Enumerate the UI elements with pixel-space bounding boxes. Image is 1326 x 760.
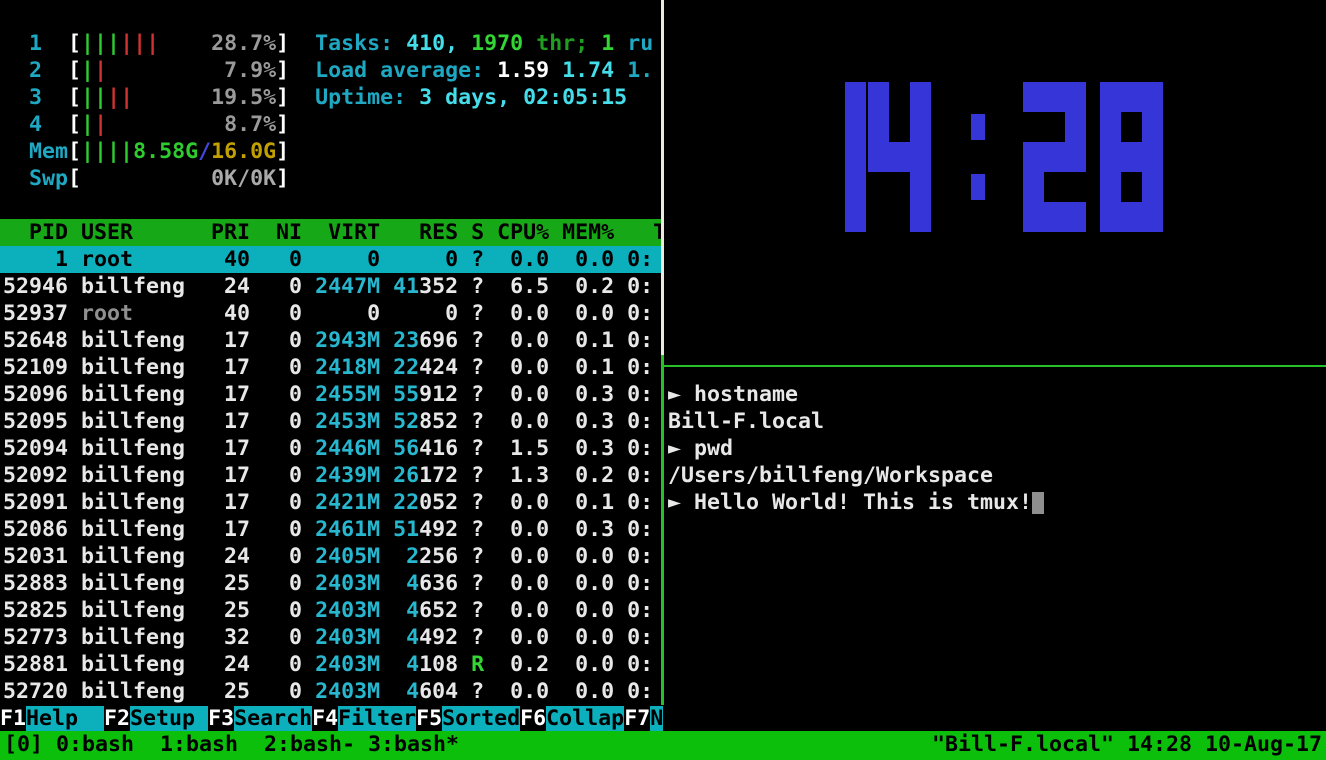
fkey-label-f2[interactable]: Setup bbox=[130, 706, 208, 731]
process-row[interactable]: 52720 billfeng 25 0 2403M 4604 ? 0.0 0.0… bbox=[0, 678, 661, 705]
pane-divider-vertical[interactable] bbox=[661, 0, 664, 355]
clock-digit-segment bbox=[1142, 172, 1163, 202]
clock-digit-segment bbox=[1065, 82, 1086, 112]
clock-digit-segment bbox=[868, 142, 889, 172]
clock-digit-segment bbox=[1044, 142, 1065, 172]
fkey-bar: F1Help F2Setup F3SearchF4FilterF5SortedF… bbox=[0, 705, 661, 732]
process-row[interactable]: 52881 billfeng 24 0 2403M 4108 R 0.2 0.0… bbox=[0, 651, 661, 678]
fkey-label-f1[interactable]: Help bbox=[26, 706, 104, 731]
process-row[interactable]: 52091 billfeng 17 0 2421M 22052 ? 0.0 0.… bbox=[0, 489, 661, 516]
process-row[interactable]: 52109 billfeng 17 0 2418M 22424 ? 0.0 0.… bbox=[0, 354, 661, 381]
process-row[interactable]: 52086 billfeng 17 0 2461M 51492 ? 0.0 0.… bbox=[0, 516, 661, 543]
swap-meter: Swp[ 0K/0K] bbox=[0, 165, 661, 192]
clock-digit-segment bbox=[1065, 112, 1086, 142]
tmux-status-bar: [0] 0:bash 1:bash 2:bash- 3:bash* "Bill-… bbox=[0, 731, 1326, 760]
process-row[interactable]: 52946 billfeng 24 0 2447M 41352 ? 6.5 0.… bbox=[0, 273, 661, 300]
fkey-label-f7[interactable]: N bbox=[650, 706, 663, 731]
clock-digit-segment bbox=[1065, 202, 1086, 232]
clock-colon bbox=[971, 174, 985, 200]
process-row[interactable]: 52773 billfeng 32 0 2403M 4492 ? 0.0 0.0… bbox=[0, 624, 661, 651]
clock-digit-segment bbox=[910, 142, 931, 172]
clock-colon bbox=[971, 114, 985, 140]
fkey-f1[interactable]: F1 bbox=[0, 706, 26, 731]
clock-digit-segment bbox=[845, 172, 866, 202]
clock-digit-segment bbox=[845, 142, 866, 172]
process-row[interactable]: 52031 billfeng 24 0 2405M 2256 ? 0.0 0.0… bbox=[0, 543, 661, 570]
clock-digit-segment bbox=[1065, 142, 1086, 172]
clock-digit-segment bbox=[1023, 202, 1044, 232]
clock-digit-segment bbox=[1142, 112, 1163, 142]
process-row[interactable]: 52094 billfeng 17 0 2446M 56416 ? 1.5 0.… bbox=[0, 435, 661, 462]
cpu-meter-3: 3 [|||| 19.5%] Uptime: 3 days, 02:05:15 bbox=[0, 84, 661, 111]
clock-digit-segment bbox=[1100, 172, 1121, 202]
clock-digit-segment bbox=[1100, 202, 1121, 232]
fkey-f6[interactable]: F6 bbox=[520, 706, 546, 731]
fkey-label-f5[interactable]: Sorted bbox=[442, 706, 520, 731]
clock-digit-segment bbox=[868, 112, 889, 142]
shell-output-line: /Users/billfeng/Workspace bbox=[668, 462, 993, 489]
process-row[interactable]: 52825 billfeng 25 0 2403M 4652 ? 0.0 0.0… bbox=[0, 597, 661, 624]
shell-command-line: ► hostname bbox=[668, 381, 798, 408]
fkey-f3[interactable]: F3 bbox=[208, 706, 234, 731]
process-table-header[interactable]: PID USER PRI NI VIRT RES S CPU% MEM% T bbox=[0, 219, 661, 246]
clock-digit-segment bbox=[910, 82, 931, 112]
clock-digit-segment bbox=[1142, 142, 1163, 172]
clock-digit-segment bbox=[845, 82, 866, 112]
fkey-label-f4[interactable]: Filter bbox=[338, 706, 416, 731]
clock-digit-segment bbox=[1023, 172, 1044, 202]
cpu-meter-1: 1 [|||||| 28.7%] Tasks: 410, 1970 thr; 1… bbox=[0, 30, 661, 57]
cpu-meter-2: 2 [|| 7.9%] Load average: 1.59 1.74 1. bbox=[0, 57, 661, 84]
process-row[interactable]: 52648 billfeng 17 0 2943M 23696 ? 0.0 0.… bbox=[0, 327, 661, 354]
clock-digit-segment bbox=[1100, 112, 1121, 142]
clock-digit-segment bbox=[1044, 202, 1065, 232]
clock-digit-segment bbox=[1121, 202, 1142, 232]
clock-digit-segment bbox=[1142, 82, 1163, 112]
tmux-status-right: "Bill-F.local" 14:28 10-Aug-17 bbox=[932, 731, 1322, 760]
shell-output-line: Bill-F.local bbox=[668, 408, 824, 435]
fkey-f5[interactable]: F5 bbox=[416, 706, 442, 731]
clock-digit-segment bbox=[1121, 142, 1142, 172]
fkey-label-f3[interactable]: Search bbox=[234, 706, 312, 731]
process-row[interactable]: 1 root 40 0 0 0 ? 0.0 0.0 0: bbox=[0, 246, 661, 273]
clock-digit-segment bbox=[1100, 142, 1121, 172]
cpu-meter-4: 4 [|| 8.7%] bbox=[0, 111, 661, 138]
terminal-window: 1 [|||||| 28.7%] Tasks: 410, 1970 thr; 1… bbox=[0, 0, 1326, 760]
clock-digit-segment bbox=[910, 202, 931, 232]
clock-digit-segment bbox=[1044, 82, 1065, 112]
clock-digit-segment bbox=[889, 142, 910, 172]
clock-digit-segment bbox=[845, 202, 866, 232]
process-row[interactable]: 52092 billfeng 17 0 2439M 26172 ? 1.3 0.… bbox=[0, 462, 661, 489]
fkey-f7[interactable]: F7 bbox=[624, 706, 650, 731]
shell-command-line: ► Hello World! This is tmux! bbox=[668, 489, 1044, 516]
fkey-f2[interactable]: F2 bbox=[104, 706, 130, 731]
clock-digit-segment bbox=[1142, 202, 1163, 232]
pane-divider-vertical-active[interactable] bbox=[661, 355, 664, 705]
clock-digit-segment bbox=[1121, 82, 1142, 112]
clock-digit-segment bbox=[1023, 82, 1044, 112]
clock-digit-segment bbox=[845, 112, 866, 142]
process-row[interactable]: 52096 billfeng 17 0 2455M 55912 ? 0.0 0.… bbox=[0, 381, 661, 408]
text-cursor bbox=[1032, 492, 1044, 514]
pane-divider-horizontal[interactable] bbox=[661, 365, 1326, 367]
memory-meter: Mem[||||8.58G/16.0G] bbox=[0, 138, 661, 165]
clock-digit-segment bbox=[868, 82, 889, 112]
clock-digit-segment bbox=[910, 172, 931, 202]
process-row[interactable]: 52883 billfeng 25 0 2403M 4636 ? 0.0 0.0… bbox=[0, 570, 661, 597]
clock-digit-segment bbox=[910, 112, 931, 142]
fkey-label-f6[interactable]: Collap bbox=[546, 706, 624, 731]
shell-command-line: ► pwd bbox=[668, 435, 733, 462]
tmux-window-list[interactable]: [0] 0:bash 1:bash 2:bash- 3:bash* bbox=[4, 731, 459, 760]
process-row[interactable]: 52937 root 40 0 0 0 ? 0.0 0.0 0: bbox=[0, 300, 661, 327]
clock-digit-segment bbox=[1100, 82, 1121, 112]
process-row[interactable]: 52095 billfeng 17 0 2453M 52852 ? 0.0 0.… bbox=[0, 408, 661, 435]
fkey-f4[interactable]: F4 bbox=[312, 706, 338, 731]
clock-digit-segment bbox=[1023, 142, 1044, 172]
